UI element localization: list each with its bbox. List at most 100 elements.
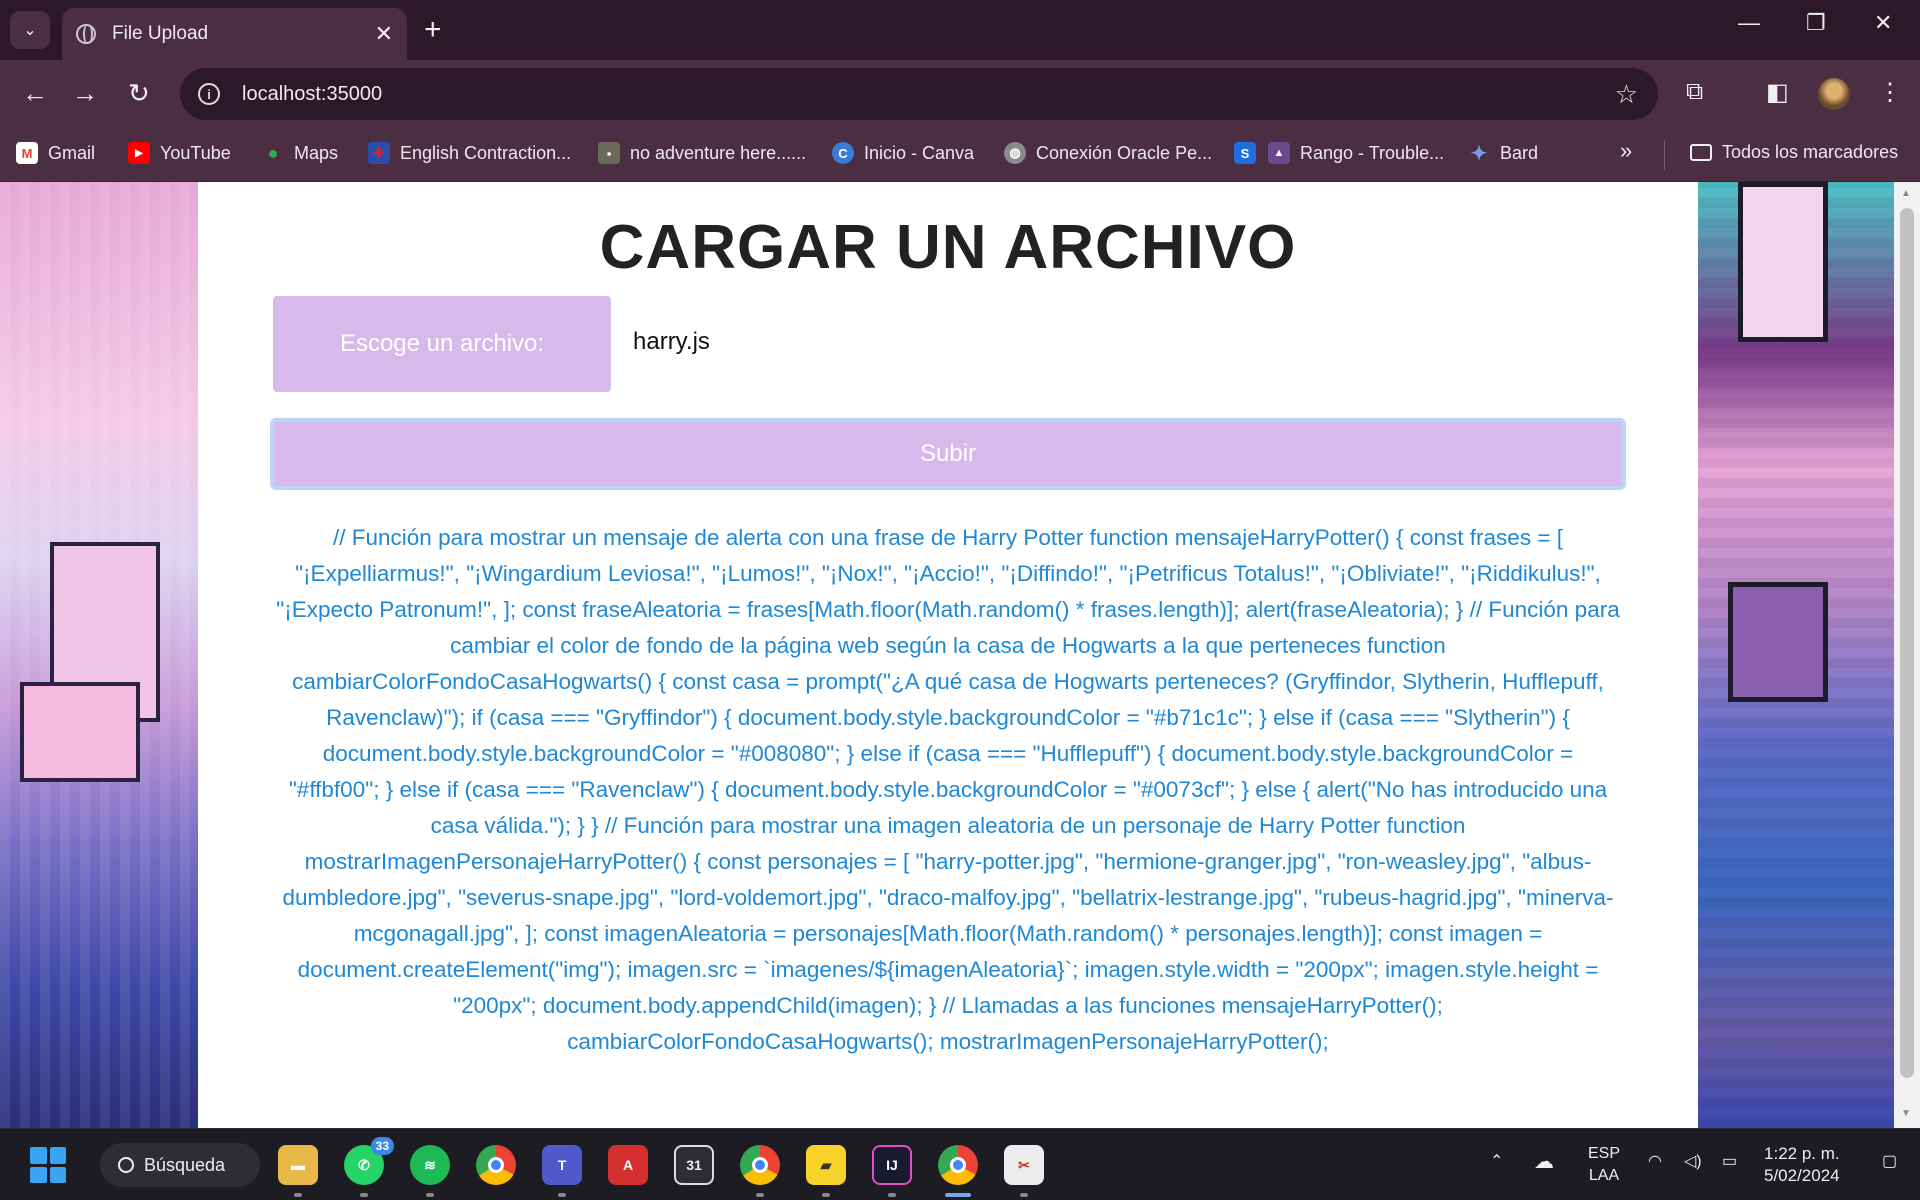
tab-file-upload[interactable]: File Upload ✕: [62, 8, 407, 60]
bookmark-gmail[interactable]: M Gmail: [16, 142, 95, 164]
scroll-up-icon[interactable]: ▲: [1901, 188, 1911, 199]
tray-overflow-icon[interactable]: ⌃: [1490, 1151, 1503, 1173]
all-bookmarks-label: Todos los marcadores: [1722, 142, 1899, 162]
restore-icon[interactable]: ❐: [1806, 10, 1826, 36]
bookmark-label: YouTube: [160, 142, 231, 163]
gmail-icon: M: [16, 142, 38, 164]
bookmark-english-contractions[interactable]: ✚ English Contraction...: [368, 142, 571, 164]
snipping-tool-icon[interactable]: ✂: [1004, 1145, 1044, 1185]
globe-icon: ◍: [1004, 142, 1026, 164]
clock-time: 1:22 p. m.: [1764, 1144, 1840, 1163]
close-window-icon[interactable]: ✕: [1874, 10, 1892, 36]
acrobat-icon[interactable]: A: [608, 1145, 648, 1185]
bookmark-label: Conexión Oracle Pe...: [1036, 142, 1213, 163]
keyboard-layout: LAA: [1588, 1167, 1620, 1184]
all-bookmarks-folder[interactable]: Todos los marcadores: [1690, 142, 1898, 163]
bookmark-oracle[interactable]: ◍ Conexión Oracle Pe...: [1004, 142, 1212, 164]
sticky-notes-icon[interactable]: ▰: [806, 1145, 846, 1185]
s-app-icon: S: [1234, 142, 1256, 164]
bookmark-label: Rango - Trouble...: [1300, 142, 1445, 163]
running-indicator: [426, 1193, 434, 1197]
wifi-icon[interactable]: ◠: [1648, 1151, 1662, 1173]
page-viewport: CARGAR UN ARCHIVO Escoge un archivo: har…: [0, 182, 1920, 1128]
calendar-icon[interactable]: 31: [674, 1145, 714, 1185]
reload-icon[interactable]: ↻: [128, 78, 150, 108]
spotify-icon[interactable]: ≋: [410, 1145, 450, 1185]
page-title: CARGAR UN ARCHIVO: [599, 213, 1297, 282]
bookmarks-separator: [1664, 140, 1665, 170]
bookmark-youtube[interactable]: ▶ YouTube: [128, 142, 231, 164]
upload-button[interactable]: Subir: [270, 418, 1626, 490]
whatsapp-badge: 33: [370, 1137, 394, 1155]
url-text[interactable]: localhost:35000: [242, 83, 382, 106]
running-indicator: [360, 1193, 368, 1197]
running-indicator: [558, 1193, 566, 1197]
tab-strip: ⌄ File Upload ✕ + — ❐ ✕: [0, 0, 1920, 60]
maps-icon: ●: [267, 142, 279, 163]
running-indicator: [294, 1193, 302, 1197]
profile-avatar[interactable]: [1818, 78, 1850, 110]
new-tab-button[interactable]: +: [424, 12, 442, 48]
chrome-icon[interactable]: [476, 1145, 516, 1185]
uk-flag-icon: ✚: [368, 142, 390, 164]
tab-search-button[interactable]: ⌄: [10, 11, 50, 49]
chrome-active-icon[interactable]: [938, 1145, 978, 1185]
choose-file-button[interactable]: Escoge un archivo:: [273, 296, 611, 392]
bard-icon: ✦: [1470, 142, 1488, 165]
canva-icon: C: [832, 142, 854, 164]
folder-icon: [1690, 144, 1712, 161]
whatsapp-icon[interactable]: ✆ 33: [344, 1137, 394, 1185]
file-content-preview: // Función para mostrar un mensaje de al…: [276, 525, 1620, 1054]
windows-start-button[interactable]: [30, 1147, 66, 1183]
file-explorer-icon[interactable]: ▬: [278, 1145, 318, 1185]
bookmark-rango[interactable]: ▲ Rango - Trouble...: [1268, 142, 1444, 164]
bookmarks-overflow-button[interactable]: »: [1620, 138, 1632, 164]
clock[interactable]: 1:22 p. m. 5/02/2024: [1764, 1143, 1840, 1187]
windows-logo-tile: [49, 1166, 66, 1183]
minimize-icon[interactable]: —: [1738, 10, 1760, 36]
page-scrollbar[interactable]: ▲ ▼: [1894, 182, 1920, 1128]
scroll-down-icon[interactable]: ▼: [1901, 1108, 1911, 1119]
pixel-tower-decoration: [1738, 182, 1828, 342]
close-icon[interactable]: ✕: [375, 21, 393, 47]
selected-file-name: harry.js: [633, 328, 710, 355]
bookmark-label: Inicio - Canva: [864, 142, 975, 163]
chrome-profile-icon[interactable]: [740, 1145, 780, 1185]
intellij-icon[interactable]: IJ: [872, 1145, 912, 1185]
teams-icon[interactable]: T: [542, 1145, 582, 1185]
upload-panel: CARGAR UN ARCHIVO Escoge un archivo: har…: [198, 182, 1698, 1128]
tab-title: File Upload: [112, 23, 209, 44]
pixel-flower-decoration: [1728, 582, 1828, 702]
onedrive-icon[interactable]: ☁: [1534, 1151, 1554, 1173]
bookmark-label: Gmail: [48, 142, 96, 163]
globe-icon: [76, 24, 96, 44]
notifications-icon[interactable]: ▢: [1882, 1151, 1897, 1173]
site-info-icon[interactable]: i: [198, 83, 220, 105]
volume-icon[interactable]: ◁): [1684, 1151, 1702, 1173]
taskbar-search[interactable]: Búsqueda: [100, 1143, 260, 1187]
running-indicator: [822, 1193, 830, 1197]
bookmark-star-icon[interactable]: ☆: [1615, 79, 1638, 110]
scroll-thumb[interactable]: [1900, 208, 1914, 1078]
taskbar-search-label: Búsqueda: [144, 1154, 226, 1175]
forward-icon[interactable]: →: [72, 78, 98, 108]
bookmark-bard[interactable]: ✦ Bard: [1468, 142, 1538, 165]
youtube-icon: ▶: [128, 142, 150, 164]
extensions-icon[interactable]: ⧉: [1686, 78, 1703, 106]
pixel-art-background-left: [0, 182, 198, 1128]
image-thumb-icon: ▪: [598, 142, 620, 164]
menu-icon[interactable]: ⋮: [1878, 78, 1902, 107]
side-panel-icon[interactable]: ◧: [1766, 78, 1789, 107]
back-icon[interactable]: ←: [22, 78, 48, 108]
bookmark-maps[interactable]: ● Maps: [262, 142, 338, 164]
language-indicator[interactable]: ESP LAA: [1588, 1143, 1620, 1187]
bookmark-s-app[interactable]: S: [1234, 142, 1266, 164]
active-app-indicator: [945, 1193, 971, 1197]
running-indicator: [1020, 1193, 1028, 1197]
bookmarks-bar: M Gmail ▶ YouTube ● Maps ✚ English Contr…: [0, 128, 1920, 182]
battery-icon[interactable]: ▭: [1722, 1151, 1737, 1173]
browser-toolbar: ← → ↻ i localhost:35000 ☆ ⧉ ◧ ⋮: [0, 60, 1920, 128]
bookmark-no-adventure[interactable]: ▪ no adventure here......: [598, 142, 806, 164]
address-bar[interactable]: i localhost:35000 ☆: [180, 68, 1658, 120]
bookmark-canva[interactable]: C Inicio - Canva: [832, 142, 974, 164]
